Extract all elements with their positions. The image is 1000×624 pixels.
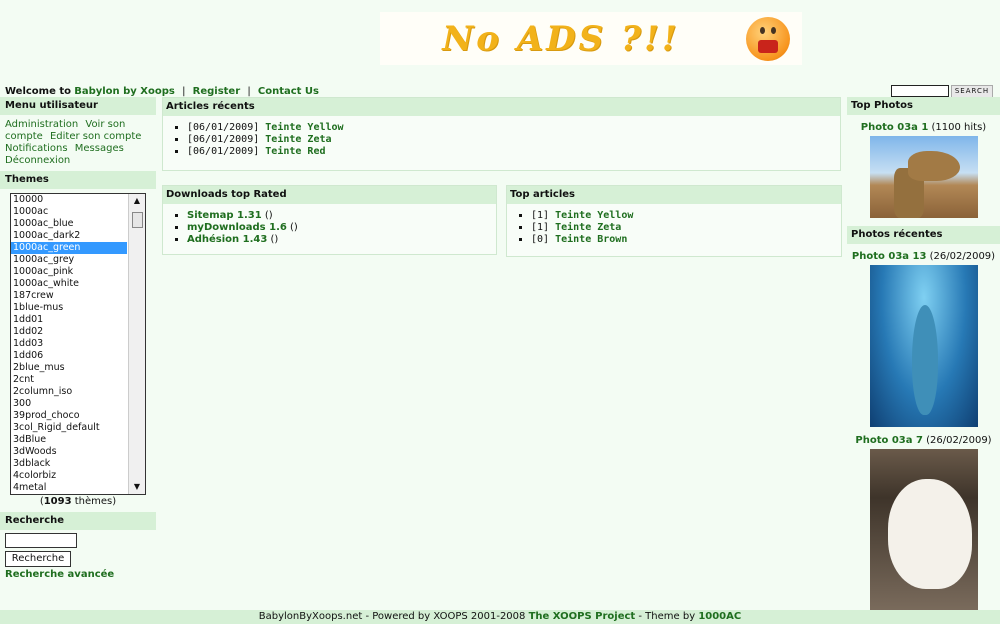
article-link[interactable]: Teinte Yellow (265, 122, 343, 133)
list-item: [0] Teinte Brown (531, 234, 841, 246)
theme-option[interactable]: 1dd02 (11, 326, 127, 338)
theme-option[interactable]: 1000ac_grey (11, 254, 127, 266)
menu-editer-compte[interactable]: Editer son compte (50, 131, 141, 142)
photo-caption: Photo 03a 1 (1100 hits) (860, 122, 987, 133)
theme-option[interactable]: 300 (11, 398, 127, 410)
theme-count: (1093 thèmes) (39, 496, 117, 507)
list-item: Adhésion 1.43 () (187, 234, 496, 246)
downloads-title: Downloads top Rated (163, 186, 496, 204)
list-item: [1] Teinte Yellow (531, 210, 841, 222)
scroll-down-icon[interactable]: ▼ (129, 480, 145, 494)
contact-link[interactable]: Contact Us (258, 86, 319, 97)
xoops-project-link[interactable]: The XOOPS Project (529, 611, 636, 622)
themes-scrollbar[interactable]: ▲ ▼ (128, 194, 145, 494)
theme-option[interactable]: 2blue_mus (11, 362, 127, 374)
list-item: [1] Teinte Zeta (531, 222, 841, 234)
menu-notifications[interactable]: Notifications (5, 143, 68, 154)
article-link[interactable]: Teinte Yellow (555, 210, 633, 221)
menu-deconnexion[interactable]: Déconnexion (5, 155, 70, 166)
recent-articles-title: Articles récents (163, 98, 840, 116)
article-link[interactable]: Teinte Red (265, 146, 325, 157)
downloads-box: Downloads top Rated Sitemap 1.31 () myDo… (162, 185, 497, 255)
recent-articles-box: Articles récents [06/01/2009] Teinte Yel… (162, 97, 841, 171)
photo-link[interactable]: Photo 03a 1 (861, 122, 929, 133)
welcome-text: Welcome to (5, 86, 72, 97)
dolphin-photo[interactable] (869, 265, 978, 427)
article-link[interactable]: Teinte Zeta (265, 134, 331, 145)
list-item: [06/01/2009] Teinte Zeta (187, 134, 840, 146)
theme-option[interactable]: 10000 (11, 194, 127, 206)
search-input[interactable] (5, 533, 77, 548)
theme-option[interactable]: 4metal (11, 482, 127, 494)
theme-option[interactable]: 187crew (11, 290, 127, 302)
advanced-search-link[interactable]: Recherche avancée (5, 569, 156, 580)
site-name-link[interactable]: Babylon by Xoops (74, 86, 175, 97)
scroll-thumb[interactable] (132, 212, 143, 228)
theme-option[interactable]: 3dBlue (11, 434, 127, 446)
theme-option[interactable]: 2cnt (11, 374, 127, 386)
top-articles-box: Top articles [1] Teinte Yellow [1] Teint… (506, 185, 842, 257)
search-button[interactable]: Recherche (5, 551, 71, 567)
theme-author-link[interactable]: 1000AC (698, 611, 741, 622)
theme-option[interactable]: 1000ac_pink (11, 266, 127, 278)
theme-option[interactable]: 3col_Rigid_default (11, 422, 127, 434)
themes-listbox[interactable]: 10000 1000ac 1000ac_blue 1000ac_dark2 1000ac… (10, 193, 146, 495)
register-link[interactable]: Register (193, 86, 241, 97)
list-item: [06/01/2009] Teinte Yellow (187, 122, 840, 134)
banner-text: No ADS ?!! (442, 18, 680, 59)
list-item: myDownloads 1.6 () (187, 222, 496, 234)
footer: BabylonByXoops.net - Powered by XOOPS 20… (0, 610, 1000, 624)
menu-administration[interactable]: Administration (5, 119, 78, 130)
download-link[interactable]: myDownloads 1.6 (187, 222, 287, 233)
photo-link[interactable]: Photo 03a 7 (855, 435, 923, 446)
theme-option[interactable]: 1000ac_white (11, 278, 127, 290)
polar-bear-photo[interactable] (869, 449, 978, 611)
menu-title: Menu utilisateur (0, 97, 156, 115)
theme-option[interactable]: 3dblack (11, 458, 127, 470)
theme-option[interactable]: 2column_iso (11, 386, 127, 398)
theme-option[interactable]: 1blue-mus (11, 302, 127, 314)
theme-option[interactable]: 1000ac_blue (11, 218, 127, 230)
list-item: Sitemap 1.31 () (187, 210, 496, 222)
search-title: Recherche (0, 512, 156, 530)
user-menu: Administration Voir son compte Editer so… (0, 115, 156, 171)
theme-option[interactable]: 3dWoods (11, 446, 127, 458)
photo-caption: Photo 03a 13 (26/02/2009) (851, 251, 996, 262)
download-link[interactable]: Sitemap 1.31 (187, 210, 262, 221)
theme-option[interactable]: 1dd03 (11, 338, 127, 350)
theme-option[interactable]: 1000ac_green (11, 242, 127, 254)
theme-option[interactable]: 1000ac_dark2 (11, 230, 127, 242)
ad-banner[interactable]: No ADS ?!! (380, 12, 802, 65)
theme-option[interactable]: 1dd01 (11, 314, 127, 326)
recent-photos-title: Photos récentes (847, 226, 1000, 244)
themes-title: Themes (0, 171, 156, 189)
welcome-bar: Welcome to Babylon by Xoops | Register |… (5, 86, 320, 97)
photo-caption: Photo 03a 7 (26/02/2009) (855, 435, 992, 446)
screaming-smiley-icon (746, 17, 790, 61)
list-item: [06/01/2009] Teinte Red (187, 146, 840, 158)
theme-option[interactable]: 1000ac (11, 206, 127, 218)
right-sidebar: Top Photos Photo 03a 1 (1100 hits) Photo… (847, 97, 1000, 611)
download-link[interactable]: Adhésion 1.43 (187, 234, 267, 245)
top-photos-title: Top Photos (847, 97, 1000, 115)
theme-option[interactable]: 39prod_choco (11, 410, 127, 422)
article-link[interactable]: Teinte Zeta (555, 222, 621, 233)
article-link[interactable]: Teinte Brown (555, 234, 627, 245)
left-sidebar: Menu utilisateur Administration Voir son… (0, 97, 156, 580)
camel-photo[interactable] (869, 136, 978, 218)
header-search-input[interactable] (891, 85, 949, 97)
theme-option[interactable]: 4colorbiz (11, 470, 127, 482)
menu-messages[interactable]: Messages (75, 143, 124, 154)
photo-link[interactable]: Photo 03a 13 (852, 251, 927, 262)
theme-option[interactable]: 1dd06 (11, 350, 127, 362)
top-articles-title: Top articles (507, 186, 841, 204)
scroll-up-icon[interactable]: ▲ (129, 194, 145, 208)
